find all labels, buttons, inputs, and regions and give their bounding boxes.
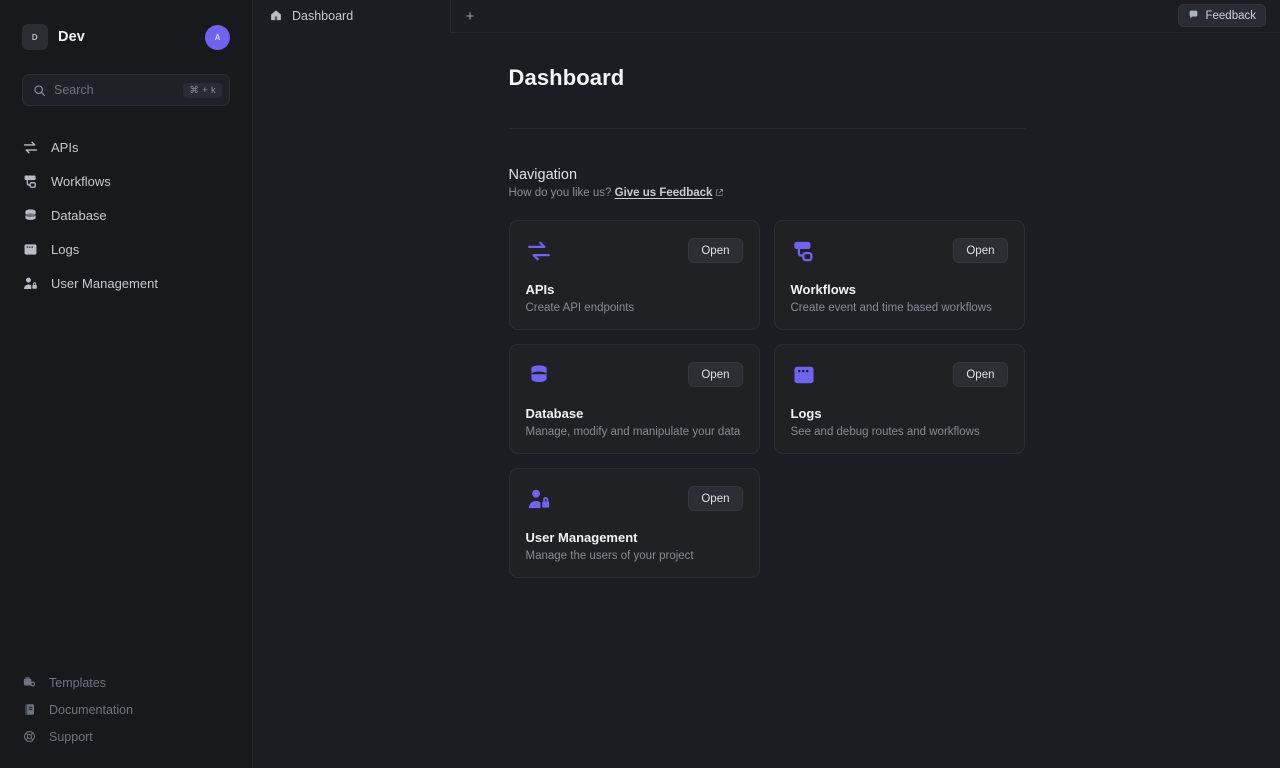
- card-user-management[interactable]: Open User Management Manage the users of…: [508, 468, 760, 578]
- section-subtext-prefix: How do you like us?: [508, 187, 612, 199]
- navigation-cards: Open APIs Create API endpoints Open Work…: [508, 220, 1025, 578]
- templates-icon: [22, 675, 37, 690]
- card-workflows[interactable]: Open Workflows Create event and time bas…: [773, 220, 1025, 330]
- sidebar-item-templates[interactable]: Templates: [22, 669, 230, 696]
- search-shortcut-badge: ⌘ + k: [183, 82, 222, 98]
- card-header: Open: [526, 238, 743, 264]
- logs-window-icon: [791, 362, 817, 388]
- sidebar-item-user-management[interactable]: User Management: [22, 266, 230, 300]
- card-description: Manage the users of your project: [525, 550, 694, 562]
- project-name: Dev: [58, 29, 85, 45]
- workflow-node-icon: [22, 173, 39, 190]
- search-input[interactable]: Search ⌘ + k: [22, 74, 230, 106]
- card-title: Database: [525, 406, 584, 421]
- section-heading: Navigation: [508, 167, 578, 183]
- card-database[interactable]: Open Database Manage, modify and manipul…: [508, 344, 760, 454]
- sidebar-footer: Templates Documentation Support: [0, 669, 252, 768]
- avatar[interactable]: A: [205, 24, 230, 50]
- tab-bar: Dashboard + Feedback: [253, 0, 1280, 33]
- card-title: Logs: [790, 406, 822, 421]
- card-header: Open: [526, 486, 743, 512]
- sidebar-item-database[interactable]: Database: [22, 198, 230, 232]
- sidebar-footer-label: Support: [49, 729, 93, 744]
- card-description: See and debug routes and workflows: [790, 426, 980, 438]
- sidebar-nav: APIs Workflows Database Logs User Manage…: [0, 130, 252, 300]
- card-apis[interactable]: Open APIs Create API endpoints: [508, 220, 760, 330]
- card-header: Open: [526, 362, 743, 388]
- card-logs[interactable]: Open Logs See and debug routes and workf…: [773, 344, 1025, 454]
- sidebar-item-label: User Management: [51, 275, 158, 291]
- card-header: Open: [791, 238, 1008, 264]
- feedback-button[interactable]: Feedback: [1178, 4, 1266, 27]
- sidebar-top: D Dev A Search ⌘ + k: [0, 0, 252, 106]
- card-title: Workflows: [790, 282, 857, 297]
- open-button-workflows[interactable]: Open: [953, 238, 1008, 263]
- arrows-exchange-icon: [22, 139, 39, 156]
- project-badge: D: [22, 24, 48, 50]
- open-button-logs[interactable]: Open: [953, 362, 1008, 387]
- external-link-icon: [715, 188, 724, 200]
- card-title: APIs: [525, 282, 555, 297]
- open-button-user-management[interactable]: Open: [688, 486, 743, 511]
- database-icon: [22, 207, 39, 224]
- content-scroll: Dashboard Navigation How do you like us?…: [253, 33, 1280, 768]
- tab-label: Dashboard: [292, 9, 354, 23]
- section-subtext: How do you like us? Give us Feedback: [509, 187, 1025, 200]
- home-icon: [269, 8, 283, 25]
- sidebar-item-apis[interactable]: APIs: [22, 130, 230, 164]
- tab-bar-empty-region: + Feedback: [450, 0, 1280, 33]
- give-us-feedback-link[interactable]: Give us Feedback: [615, 187, 713, 199]
- sidebar: D Dev A Search ⌘ + k APIs Workflows Data…: [0, 0, 253, 768]
- sidebar-item-workflows[interactable]: Workflows: [22, 164, 230, 198]
- search-icon: [33, 84, 46, 97]
- lifebuoy-icon: [22, 729, 37, 744]
- card-header: Open: [791, 362, 1008, 388]
- sidebar-footer-label: Templates: [49, 675, 106, 690]
- book-icon: [22, 702, 37, 717]
- tab-dashboard[interactable]: Dashboard: [253, 0, 450, 33]
- open-button-apis[interactable]: Open: [688, 238, 743, 263]
- card-description: Manage, modify and manipulate your data: [525, 426, 741, 438]
- sidebar-item-label: Workflows: [51, 173, 111, 189]
- search-placeholder: Search: [54, 83, 94, 97]
- card-description: Create API endpoints: [525, 302, 635, 314]
- page-title: Dashboard: [508, 65, 625, 90]
- sidebar-item-label: Database: [51, 207, 107, 223]
- project-switcher[interactable]: D Dev A: [22, 0, 230, 74]
- arrows-exchange-icon: [526, 238, 552, 264]
- database-icon: [526, 362, 552, 388]
- user-lock-icon: [526, 486, 552, 512]
- new-tab-button[interactable]: +: [457, 4, 483, 28]
- divider: [508, 128, 1025, 129]
- user-lock-icon: [22, 275, 39, 292]
- main-area: Dashboard + Feedback Dashboard Navigatio…: [253, 0, 1280, 768]
- sidebar-item-label: APIs: [51, 139, 79, 155]
- sidebar-footer-label: Documentation: [49, 702, 134, 717]
- sidebar-item-support[interactable]: Support: [22, 723, 230, 750]
- sidebar-item-documentation[interactable]: Documentation: [22, 696, 230, 723]
- sidebar-item-logs[interactable]: Logs: [22, 232, 230, 266]
- sidebar-item-label: Logs: [51, 241, 80, 257]
- feedback-button-label: Feedback: [1205, 9, 1256, 22]
- card-description: Create event and time based workflows: [790, 302, 992, 314]
- open-button-database[interactable]: Open: [688, 362, 743, 387]
- dashboard-page: Dashboard Navigation How do you like us?…: [508, 33, 1025, 578]
- workflow-node-icon: [791, 238, 817, 264]
- logs-window-icon: [22, 241, 39, 258]
- chat-bubble-icon: [1188, 9, 1199, 23]
- card-title: User Management: [525, 530, 638, 545]
